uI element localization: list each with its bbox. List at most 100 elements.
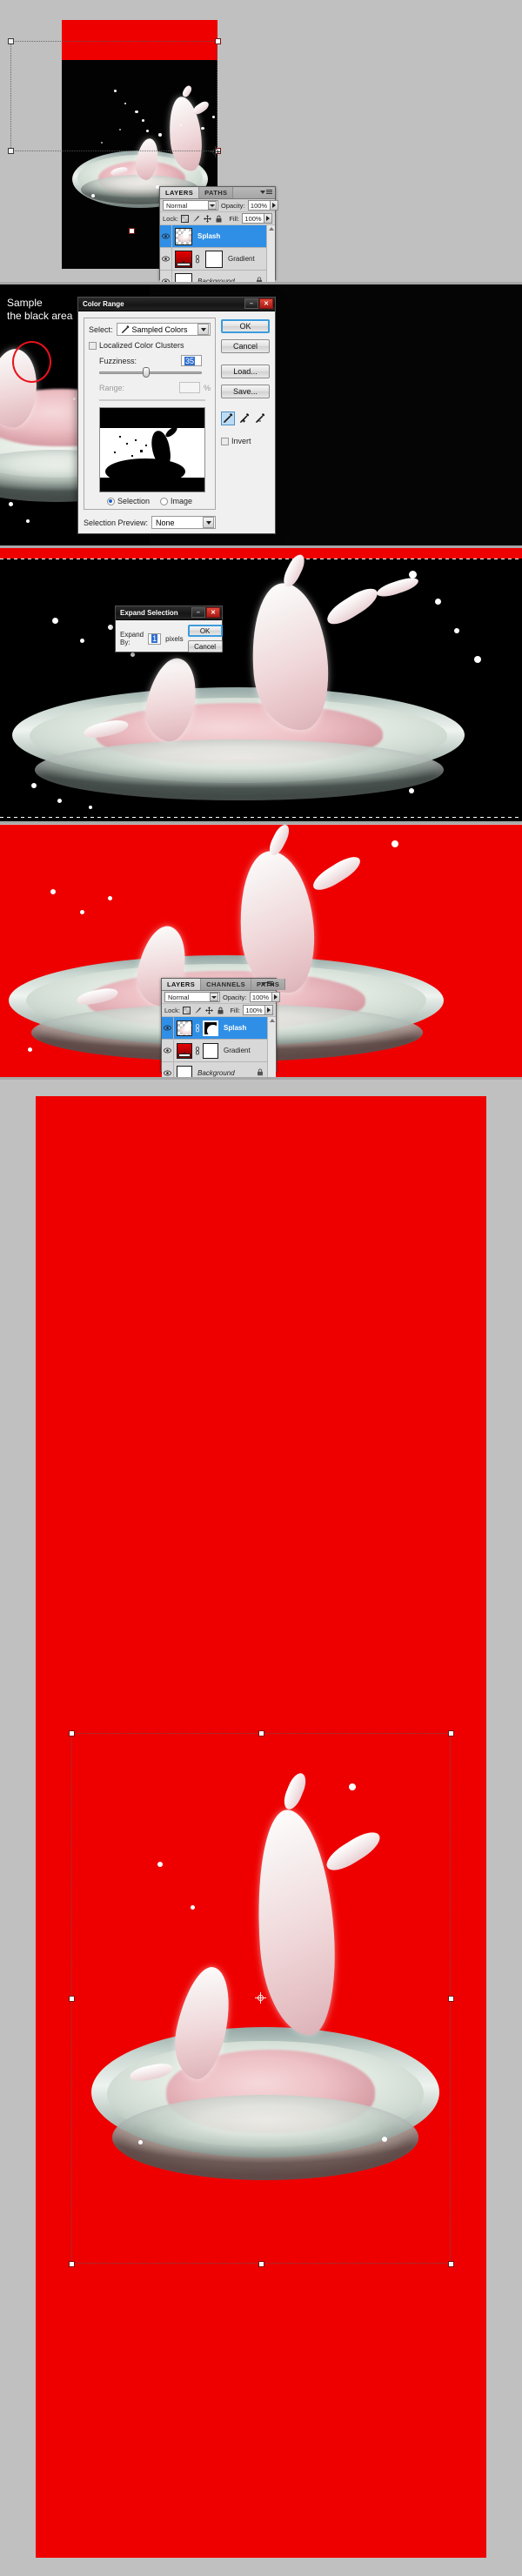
transform-handle-tm[interactable] [258,1730,264,1736]
layer-thumbnail[interactable] [177,1042,192,1059]
layer-list[interactable]: Splash Gradient Background [162,1017,276,1077]
preview-mode-image-radio[interactable] [160,497,168,505]
transform-handle-bl[interactable] [8,148,14,154]
layers-panel-step4[interactable]: LAYERS CHANNELS PATHS Normal Opacity: 10… [161,978,286,1077]
layer-row-gradient[interactable]: Gradient [160,248,275,271]
lock-row[interactable]: Lock: Fill: 100% [162,1004,276,1017]
eyedropper-add-icon[interactable] [238,412,251,425]
localized-color-clusters-checkbox[interactable] [89,341,97,350]
lock-transparency-icon[interactable] [182,1006,191,1014]
tab-channels[interactable]: CHANNELS [201,979,252,990]
layer-thumbnail[interactable] [177,1020,192,1036]
cancel-button[interactable]: Cancel [187,640,223,652]
layer-row-background[interactable]: Background [162,1062,276,1077]
fill-stepper[interactable] [265,1005,273,1015]
chevron-down-icon[interactable] [208,201,217,210]
transform-handle-tl[interactable] [8,38,14,44]
lock-all-icon[interactable] [217,1007,224,1014]
transform-handle-tl[interactable] [69,1730,75,1736]
lock-image-pixels-icon[interactable] [192,215,200,223]
opacity-stepper[interactable] [270,200,278,211]
lock-transparency-icon[interactable] [180,214,189,223]
link-mask-icon[interactable] [194,1023,201,1033]
layer-visibility-toggle[interactable] [162,1017,174,1039]
lock-position-icon[interactable] [203,214,211,223]
layer-list-scrollbar[interactable] [267,1017,276,1077]
blend-mode-row[interactable]: Normal Opacity: 100% [162,991,280,1004]
fuzziness-slider-track[interactable] [99,371,202,374]
fuzziness-slider-knob[interactable] [142,367,150,378]
opacity-value[interactable]: 100% [249,992,272,1002]
chevron-down-icon[interactable] [197,324,209,335]
invert-checkbox[interactable] [221,437,229,445]
panel-tab-strip[interactable]: LAYERS CHANNELS PATHS [162,979,286,991]
window-controls[interactable]: – ✕ [191,607,220,618]
link-mask-icon[interactable] [194,1046,201,1055]
layer-visibility-toggle[interactable] [162,1040,174,1061]
cancel-button[interactable]: Cancel [221,339,270,353]
lock-image-pixels-icon[interactable] [194,1007,202,1014]
eyedropper-subtract-icon[interactable] [254,412,266,425]
window-controls[interactable]: – ✕ [244,298,273,309]
canvas-image-step5[interactable] [36,1096,486,2558]
transform-handle-tr[interactable] [448,1730,454,1736]
fill-value[interactable]: 100% [242,213,264,224]
layer-visibility-toggle[interactable] [160,248,172,270]
lock-all-icon[interactable] [215,215,223,223]
fill-stepper[interactable] [264,213,272,224]
layer-mask-thumbnail[interactable] [203,1042,218,1059]
transform-handle-ml[interactable] [69,1996,75,2002]
layer-thumbnail[interactable] [177,1065,192,1077]
transform-center-point[interactable] [210,146,221,157]
transform-handle-mr[interactable] [448,1996,454,2002]
layer-list-scrollbar[interactable] [266,225,275,284]
panel-menu-icon[interactable] [260,190,272,194]
tab-paths[interactable]: PATHS [199,187,234,198]
minimize-button[interactable]: – [191,607,205,618]
tab-layers[interactable]: LAYERS [160,187,200,198]
lock-position-icon[interactable] [204,1006,213,1014]
close-button[interactable]: ✕ [259,298,273,309]
blend-mode-select[interactable]: Normal [163,200,218,211]
selection-preview-dropdown[interactable]: None [151,516,216,529]
opacity-stepper[interactable] [271,992,280,1002]
eyedropper-icon[interactable] [221,411,235,425]
dialog-title-bar[interactable]: Expand Selection – ✕ [116,606,222,620]
layer-thumbnail[interactable] [175,227,192,245]
blend-mode-select[interactable]: Normal [164,992,220,1002]
blend-mode-row[interactable]: Normal Opacity: 100% [160,199,278,212]
load-button[interactable]: Load... [221,365,270,378]
link-mask-icon[interactable] [194,254,201,264]
expand-selection-dialog[interactable]: Expand Selection – ✕ Expand By: 1 pixels… [115,606,223,652]
opacity-value[interactable]: 100% [247,200,271,211]
save-button[interactable]: Save... [221,385,270,398]
panel-menu-icon[interactable] [261,981,273,986]
tab-layers[interactable]: LAYERS [162,979,202,990]
layer-visibility-toggle[interactable] [162,1062,174,1077]
layer-row-splash[interactable]: Splash [162,1017,276,1040]
layer-visibility-toggle[interactable] [160,225,172,247]
color-range-dialog[interactable]: Color Range – ✕ Select: Sampled Colors L… [77,297,276,534]
ok-button[interactable]: OK [187,625,223,637]
panel-tab-strip[interactable]: LAYERS PATHS [160,187,275,199]
layer-row-splash[interactable]: Splash [160,225,275,248]
transform-handle-bm[interactable] [258,2261,264,2267]
preview-mode-selection-radio[interactable] [106,497,115,505]
canvas-image-step3[interactable] [0,548,522,823]
color-range-preview[interactable] [99,407,205,492]
minimize-button[interactable]: – [244,298,258,309]
chevron-down-icon[interactable] [210,993,218,1001]
select-dropdown[interactable]: Sampled Colors [116,323,211,336]
lock-row[interactable]: Lock: Fill: 100% [160,212,275,225]
dialog-title-bar[interactable]: Color Range – ✕ [78,298,275,311]
layer-thumbnail[interactable] [175,250,192,268]
layer-mask-thumbnail[interactable] [203,1020,218,1036]
transform-handle-bl[interactable] [69,2261,75,2267]
layer-mask-thumbnail[interactable] [205,250,223,268]
transform-center-point[interactable] [255,1992,266,2004]
transform-handle-tr[interactable] [215,38,221,44]
chevron-down-icon[interactable] [203,517,214,528]
fuzziness-input[interactable]: 35 [181,355,202,366]
layers-panel-step1[interactable]: LAYERS PATHS Normal Opacity: 100% Lock: [159,186,278,284]
expand-by-input[interactable]: 1 [148,632,162,645]
